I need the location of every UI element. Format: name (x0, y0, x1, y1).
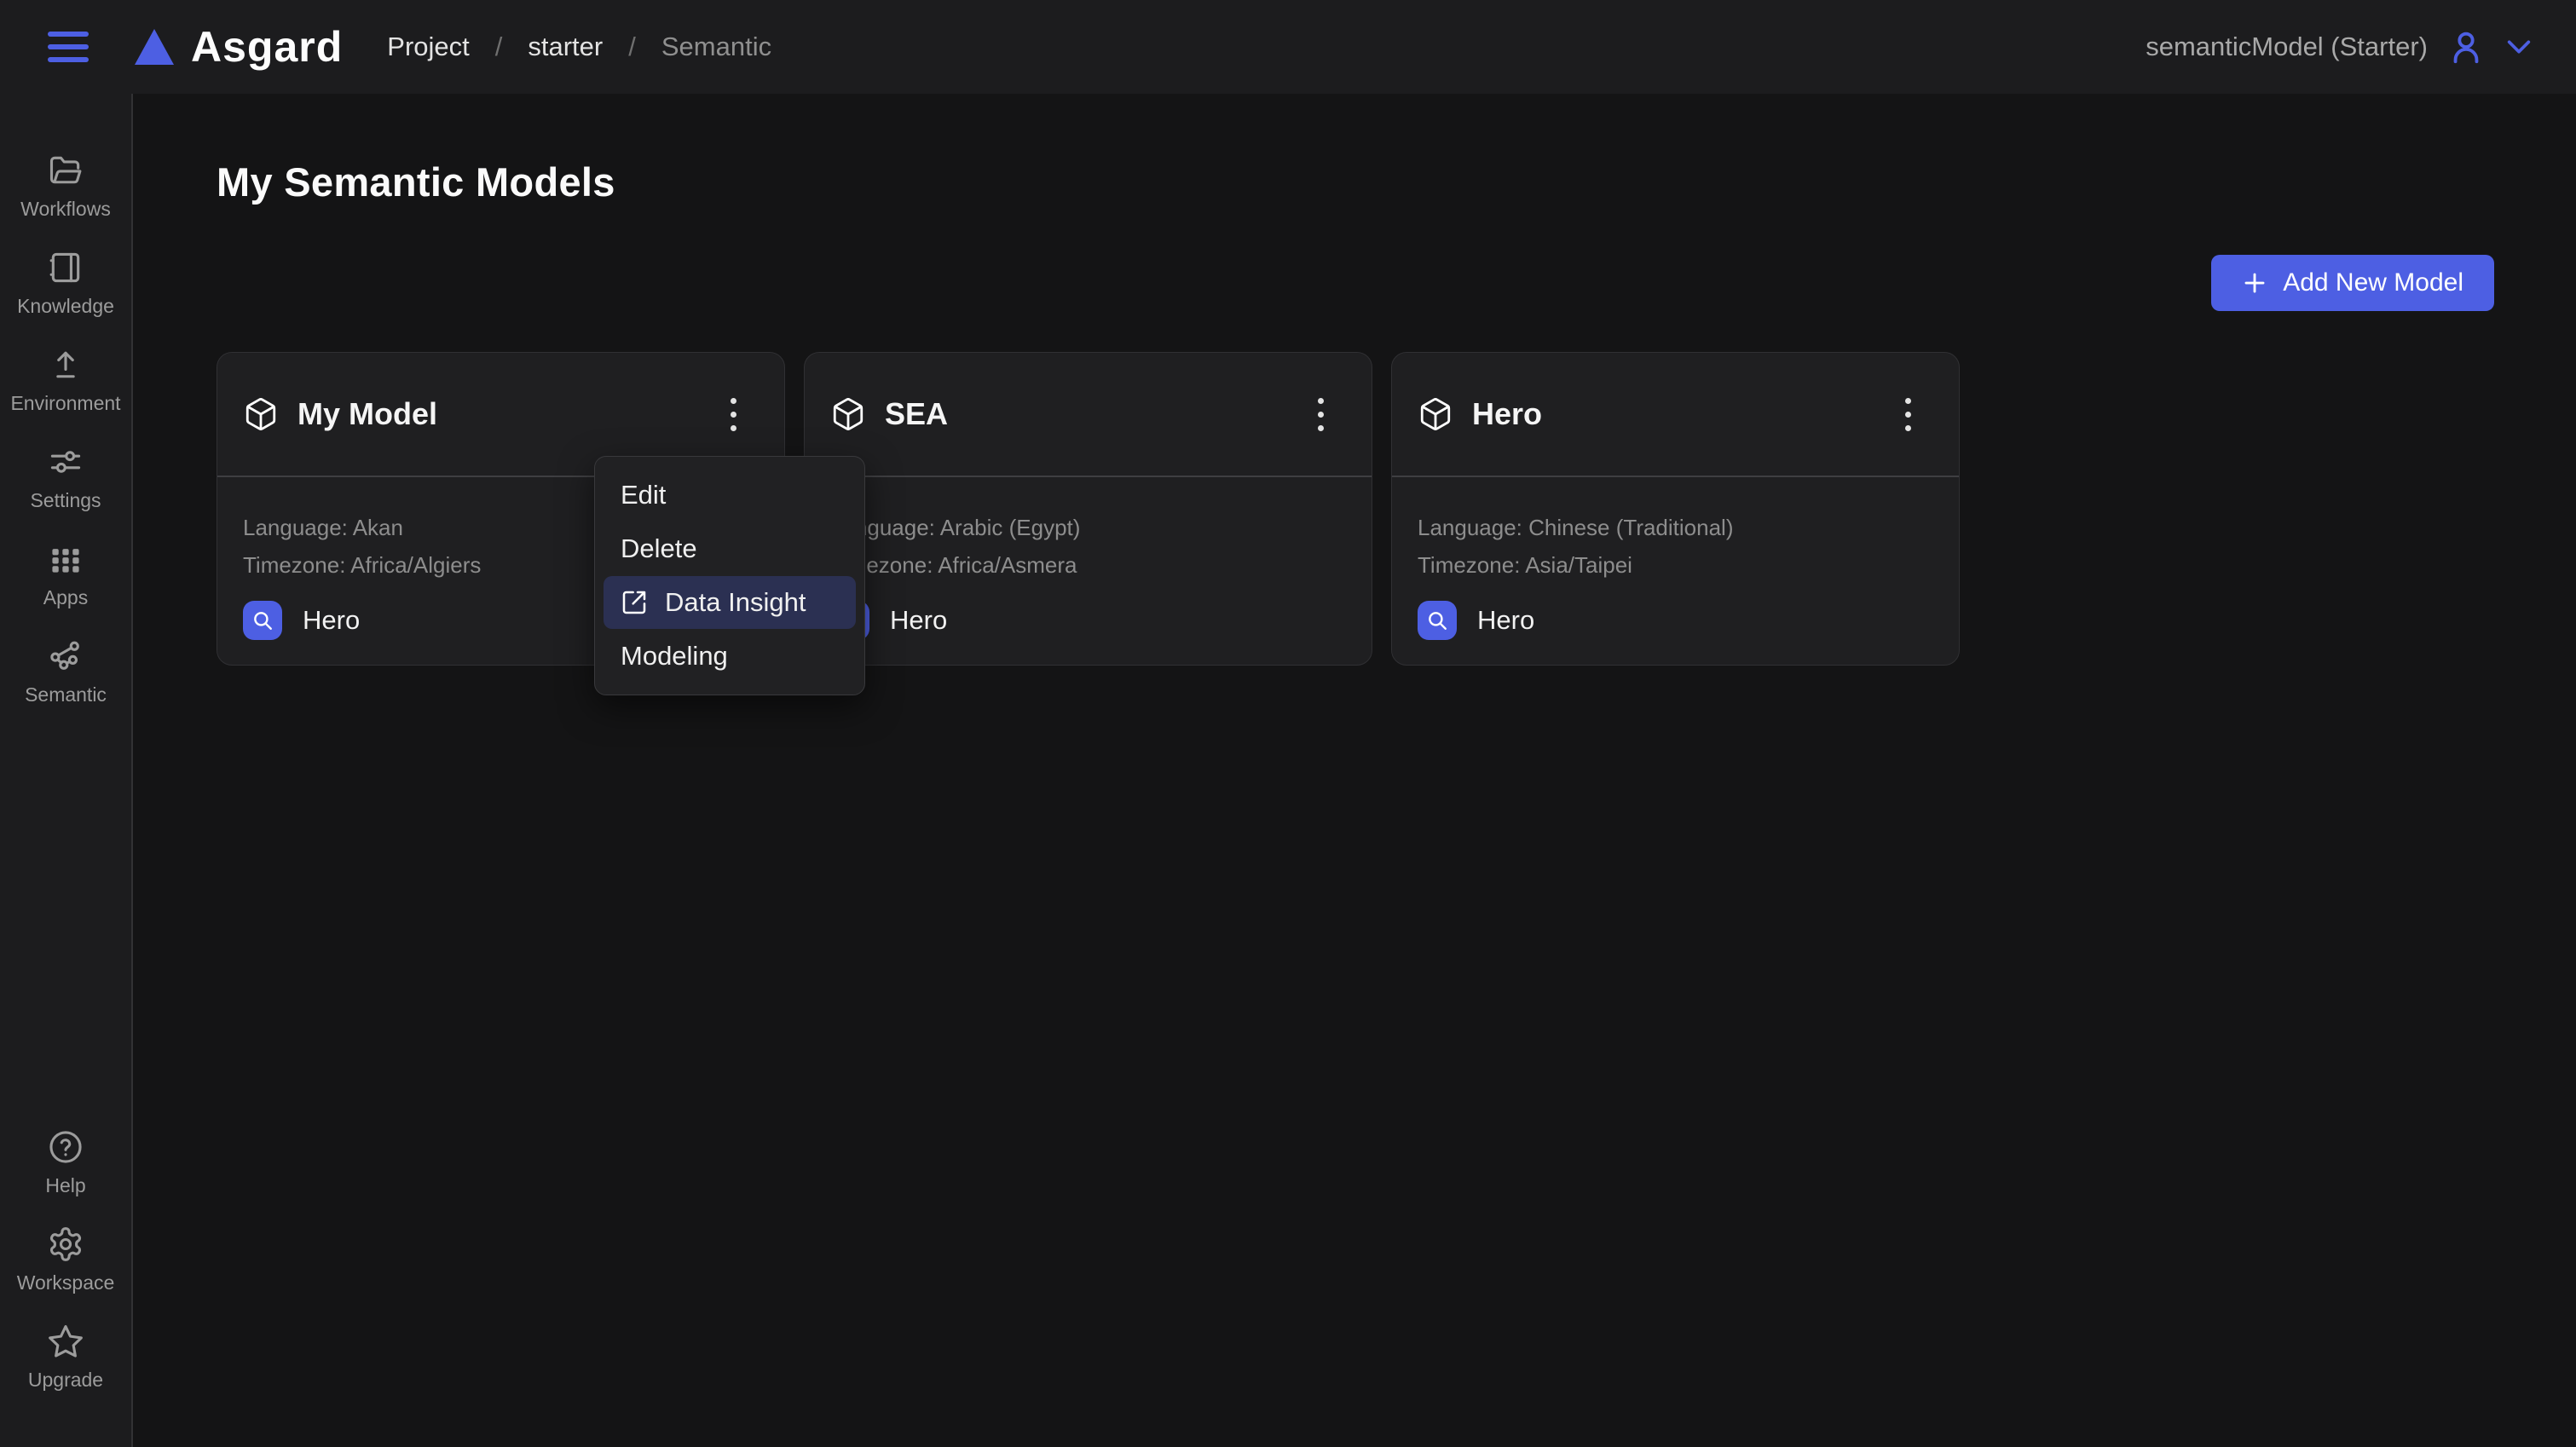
model-cards-row: My Model Language: Akan Timezone: Africa… (217, 352, 2494, 666)
badge-label: Hero (303, 605, 360, 636)
menu-item-edit[interactable]: Edit (604, 469, 856, 522)
menu-item-delete[interactable]: Delete (604, 522, 856, 575)
cube-icon (243, 396, 279, 432)
sidebar-item-label: Settings (30, 489, 101, 512)
sidebar-item-upgrade[interactable]: Upgrade (2, 1323, 130, 1392)
card-header: Hero (1392, 353, 1959, 477)
search-badge-icon (243, 601, 282, 640)
user-plan-label: semanticModel (Starter) (2146, 32, 2428, 62)
gear-icon (47, 1225, 84, 1263)
sidebar-item-label: Knowledge (17, 295, 114, 318)
sidebar-item-environment[interactable]: Environment (2, 346, 130, 415)
help-circle-icon (47, 1128, 84, 1166)
book-icon (47, 249, 84, 286)
main-content: My Semantic Models Add New Model My Mo (135, 94, 2576, 1447)
network-icon (47, 637, 84, 675)
menu-item-data-insight[interactable]: Data Insight (604, 576, 856, 629)
app-name: Asgard (191, 22, 343, 72)
cube-icon (830, 396, 866, 432)
sidebar-item-help[interactable]: Help (2, 1128, 130, 1197)
sidebar-item-label: Environment (10, 392, 120, 415)
add-new-model-button[interactable]: Add New Model (2211, 255, 2494, 311)
kebab-menu-icon[interactable] (1897, 389, 1920, 440)
sidebar-item-label: Workflows (20, 198, 111, 221)
sidebar-item-label: Workspace (17, 1271, 115, 1294)
chevron-down-icon[interactable] (2504, 37, 2533, 57)
breadcrumb-semantic: Semantic (661, 32, 771, 62)
card-body: Language: Arabic (Egypt) Timezone: Afric… (805, 477, 1372, 640)
card-header: SEA (805, 353, 1372, 477)
sliders-icon (47, 443, 84, 481)
actions-row: Add New Model (217, 255, 2494, 311)
user-menu[interactable]: semanticModel (Starter) (2146, 27, 2533, 66)
menu-item-label: Data Insight (665, 587, 806, 618)
sidebar-item-knowledge[interactable]: Knowledge (2, 249, 130, 318)
search-badge-icon (1418, 601, 1457, 640)
model-title: My Model (297, 396, 437, 432)
sidebar-item-label: Apps (43, 586, 88, 609)
page-title: My Semantic Models (217, 159, 2494, 205)
model-title: Hero (1472, 396, 1542, 432)
breadcrumb-separator: / (628, 32, 636, 62)
breadcrumb-separator: / (495, 32, 503, 62)
kebab-menu-icon[interactable] (722, 389, 745, 440)
sidebar-item-workflows[interactable]: Workflows (2, 152, 130, 221)
badge-row: Hero (1418, 601, 1933, 640)
badge-row: Hero (830, 601, 1346, 640)
card-body: Language: Chinese (Traditional) Timezone… (1392, 477, 1959, 640)
model-card-sea[interactable]: SEA Language: Arabic (Egypt) Timezone: A… (804, 352, 1372, 666)
sidebar-nav: Workflows Knowledge Environment Settings (0, 94, 133, 1447)
breadcrumb-project[interactable]: Project (387, 32, 469, 62)
logo-triangle-icon (133, 27, 176, 66)
breadcrumb-starter[interactable]: starter (528, 32, 603, 62)
badge-label: Hero (890, 605, 947, 636)
breadcrumb: Project / starter / Semantic (387, 32, 771, 62)
external-link-icon (621, 589, 648, 616)
user-avatar-icon[interactable] (2446, 27, 2486, 66)
menu-item-modeling[interactable]: Modeling (604, 630, 856, 683)
cube-icon (1418, 396, 1453, 432)
add-new-model-label: Add New Model (2283, 268, 2463, 297)
model-title: SEA (885, 396, 948, 432)
model-language: Language: Arabic (Egypt) (830, 515, 1346, 541)
sidebar-item-semantic[interactable]: Semantic (2, 637, 130, 706)
sidebar-item-label: Help (45, 1174, 85, 1197)
plus-icon (2242, 270, 2267, 296)
app-header: Asgard Project / starter / Semantic sema… (0, 0, 2576, 94)
badge-label: Hero (1477, 605, 1534, 636)
sidebar-item-label: Upgrade (28, 1369, 103, 1392)
kebab-menu-icon[interactable] (1309, 389, 1332, 440)
sidebar-item-apps[interactable]: Apps (2, 540, 130, 609)
sidebar-item-label: Semantic (25, 683, 107, 706)
model-card-hero[interactable]: Hero Language: Chinese (Traditional) Tim… (1391, 352, 1960, 666)
sidebar-item-settings[interactable]: Settings (2, 443, 130, 512)
hamburger-menu-icon[interactable] (48, 32, 89, 62)
upload-icon (47, 346, 84, 383)
app-logo[interactable]: Asgard (133, 22, 343, 72)
sidebar-item-workspace[interactable]: Workspace (2, 1225, 130, 1294)
folder-open-icon (47, 152, 84, 189)
grid-dots-icon (47, 540, 84, 578)
card-context-menu: Edit Delete Data Insight Modeling (594, 456, 865, 695)
model-timezone: Timezone: Africa/Asmera (830, 552, 1346, 579)
model-timezone: Timezone: Asia/Taipei (1418, 552, 1933, 579)
model-language: Language: Chinese (Traditional) (1418, 515, 1933, 541)
star-icon (47, 1323, 84, 1360)
